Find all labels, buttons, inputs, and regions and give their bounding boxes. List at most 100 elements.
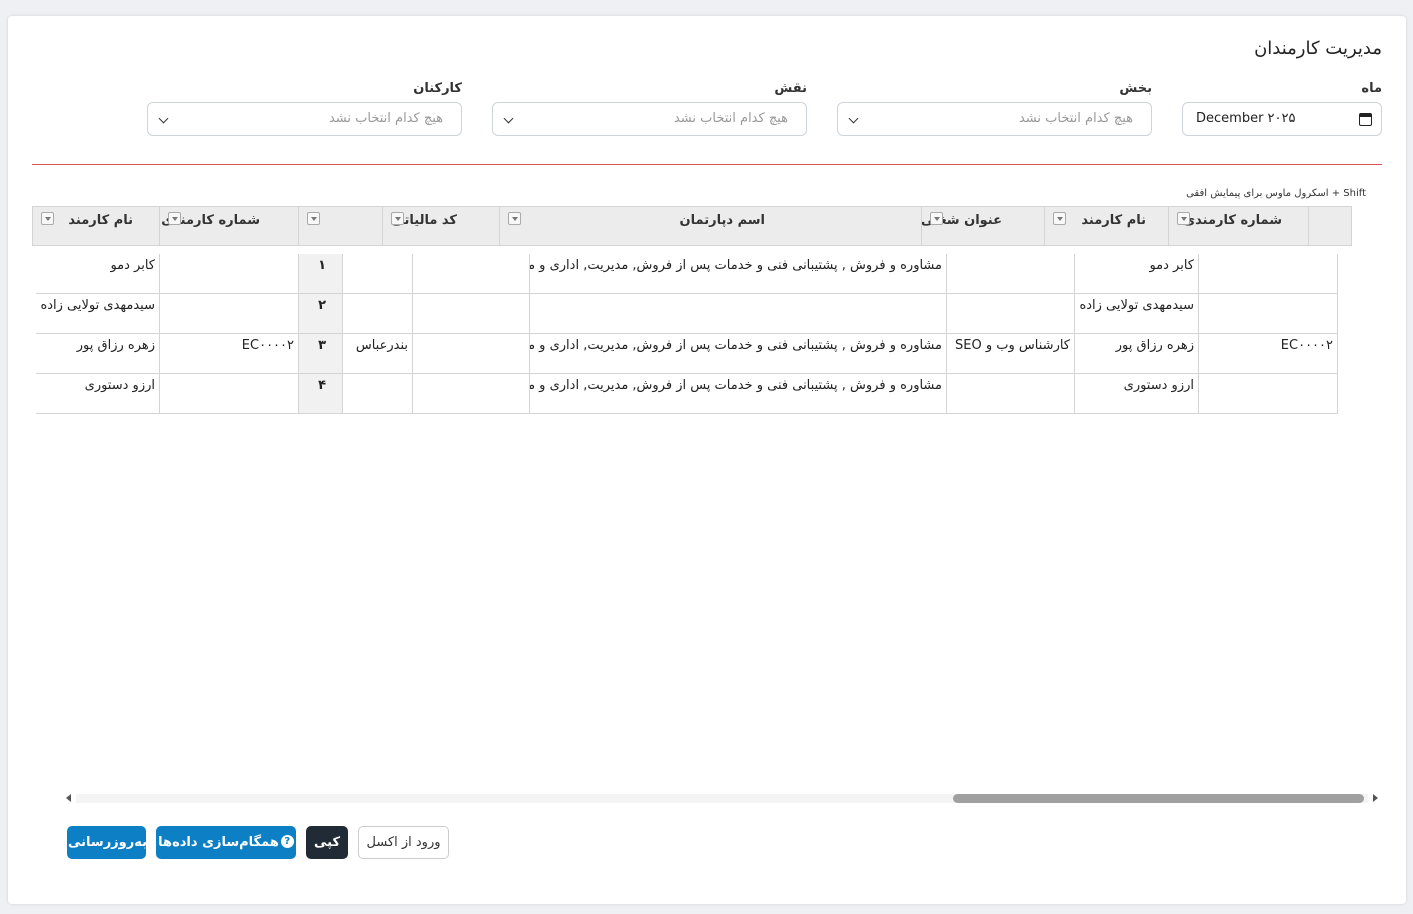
cell-employee-number-frozen[interactable] — [159, 374, 299, 414]
table-row[interactable]: EC۰۰۰۰۲ زهره رزاق پور کارشناس وب و SEO مشاو… — [32, 334, 1352, 374]
column-filter-icon[interactable] — [930, 212, 943, 225]
month-input[interactable]: December ۲۰۲۵ — [1182, 102, 1382, 136]
cell-job-title[interactable] — [946, 374, 1075, 414]
cell-employee-name-frozen[interactable]: سیدمهدی تولایی زاده — [36, 294, 160, 334]
column-filter-icon[interactable] — [508, 212, 521, 225]
month-label: ماه — [1361, 81, 1382, 96]
refresh-button[interactable]: به‌روزرسانی — [67, 826, 147, 859]
department-label: بخش — [1119, 81, 1152, 96]
cell-department[interactable] — [529, 294, 947, 334]
cell-employee-number[interactable] — [1198, 374, 1338, 414]
header-label: نام کارمند — [68, 213, 133, 228]
department-select[interactable]: هیچ کدام انتخاب نشد — [837, 102, 1152, 136]
horizontal-scrollbar[interactable] — [64, 790, 1380, 806]
cell-tax-code[interactable] — [412, 254, 530, 294]
calendar-icon[interactable] — [1359, 113, 1372, 126]
cell-text: سیدمهدی تولایی زاده — [1079, 298, 1194, 313]
cell-job-title[interactable] — [946, 254, 1075, 294]
header-label: شماره کارمندی — [1183, 213, 1282, 228]
department-placeholder: هیچ کدام انتخاب نشد — [1018, 111, 1133, 126]
table-row[interactable]: ارزو دستوری مشاوره و فروش , پشتیبانی فنی … — [32, 374, 1352, 414]
role-select[interactable]: هیچ کدام انتخاب نشد — [492, 102, 807, 136]
scroll-hint: Shift + اسکرول ماوس برای پیمایش افقی — [1186, 188, 1366, 199]
cell-text: مشاوره و فروش , پشتیبانی فنی و خدمات پس … — [529, 378, 942, 393]
scroll-thumb[interactable] — [953, 794, 1364, 803]
cell-text: کابر دمو — [110, 258, 155, 273]
cell-text: ۱ — [318, 258, 326, 273]
table-row[interactable]: سیدمهدی تولایی زاده ۲ سیدمهدی تولایی زاده — [32, 294, 1352, 334]
cell-job-title[interactable]: کارشناس وب و SEO — [946, 334, 1075, 374]
section-divider — [32, 164, 1382, 165]
cell-index[interactable]: ۳ — [298, 334, 343, 374]
header-employee-name[interactable]: نام کارمند — [1044, 206, 1169, 246]
chevron-down-icon — [158, 113, 169, 124]
cell-index[interactable]: ۲ — [298, 294, 343, 334]
cell-text: ارزو دستوری — [1123, 378, 1194, 393]
cell-job-title[interactable] — [946, 294, 1075, 334]
role-placeholder: هیچ کدام انتخاب نشد — [673, 111, 788, 126]
month-filter: ماه December ۲۰۲۵ — [1182, 80, 1382, 136]
cell-employee-name-frozen[interactable]: ارزو دستوری — [36, 374, 160, 414]
cell-employee-number[interactable] — [1198, 294, 1338, 334]
cell-employee-number[interactable]: EC۰۰۰۰۲ — [1198, 334, 1338, 374]
grid-header-row: شماره کارمندی نام کارمند عنوان شغلی اسم … — [32, 206, 1352, 246]
cell-city[interactable] — [342, 294, 413, 334]
cell-text: مشاوره و فروش , پشتیبانی فنی و خدمات پس … — [529, 338, 942, 353]
cell-city[interactable] — [342, 254, 413, 294]
cell-employee-name-frozen[interactable]: کابر دمو — [36, 254, 160, 294]
cell-department[interactable]: مشاوره و فروش , پشتیبانی فنی و خدمات پس … — [529, 254, 947, 294]
cell-text: کابر دمو — [1149, 258, 1194, 273]
staff-filter: کارکنان هیچ کدام انتخاب نشد — [147, 80, 462, 136]
cell-employee-name-frozen[interactable]: زهره رزاق پور — [36, 334, 160, 374]
column-filter-icon[interactable] — [1177, 212, 1190, 225]
column-filter-icon[interactable] — [391, 212, 404, 225]
cell-tax-code[interactable] — [412, 334, 530, 374]
scroll-left-icon[interactable] — [66, 794, 71, 802]
cell-employee-name[interactable]: کابر دمو — [1074, 254, 1199, 294]
cell-text: EC۰۰۰۰۲ — [1280, 338, 1333, 353]
cell-employee-name[interactable]: زهره رزاق پور — [1074, 334, 1199, 374]
cell-text: ۴ — [318, 378, 326, 393]
column-filter-icon[interactable] — [168, 212, 181, 225]
header-employee-number[interactable]: شماره کارمندی — [1168, 206, 1309, 246]
cell-city[interactable] — [342, 374, 413, 414]
import-excel-button[interactable]: ورود از اکسل — [358, 826, 449, 859]
sync-data-button[interactable]: همگام‌سازی داده‌ها? — [156, 826, 296, 859]
table-row[interactable]: کابر دمو مشاوره و فروش , پشتیبانی فنی و خ… — [32, 254, 1352, 294]
cell-text: زهره رزاق پور — [76, 338, 155, 353]
cell-index[interactable]: ۱ — [298, 254, 343, 294]
cell-employee-number[interactable] — [1198, 254, 1338, 294]
page-title: مدیریت کارمندان — [1254, 38, 1382, 59]
cell-department[interactable]: مشاوره و فروش , پشتیبانی فنی و خدمات پس … — [529, 374, 947, 414]
cell-text: EC۰۰۰۰۲ — [241, 338, 294, 353]
header-department[interactable]: اسم دپارتمان — [499, 206, 922, 246]
header-employee-name-frozen[interactable]: نام کارمند — [32, 206, 160, 246]
cell-text: مشاوره و فروش , پشتیبانی فنی و خدمات پس … — [529, 258, 942, 273]
employee-grid[interactable]: شماره کارمندی نام کارمند عنوان شغلی اسم … — [32, 206, 1352, 414]
cell-text: زهره رزاق پور — [1115, 338, 1194, 353]
cell-tax-code[interactable] — [412, 374, 530, 414]
cell-employee-name[interactable]: سیدمهدی تولایی زاده — [1074, 294, 1199, 334]
staff-select[interactable]: هیچ کدام انتخاب نشد — [147, 102, 462, 136]
cell-employee-name[interactable]: ارزو دستوری — [1074, 374, 1199, 414]
cell-department[interactable]: مشاوره و فروش , پشتیبانی فنی و خدمات پس … — [529, 334, 947, 374]
copy-button[interactable]: کپی — [306, 826, 348, 859]
cell-employee-number-frozen[interactable] — [159, 294, 299, 334]
header-label: اسم دپارتمان — [679, 213, 765, 228]
cell-employee-number-frozen[interactable] — [159, 254, 299, 294]
header-tax-code[interactable]: کد مالیاتی — [382, 206, 500, 246]
column-filter-icon[interactable] — [307, 212, 320, 225]
cell-text: ارزو دستوری — [84, 378, 155, 393]
cell-index[interactable]: ۴ — [298, 374, 343, 414]
header-job-title[interactable]: عنوان شغلی — [921, 206, 1045, 246]
header-employee-number-frozen[interactable]: شماره کارمندی — [159, 206, 299, 246]
cell-employee-number-frozen[interactable]: EC۰۰۰۰۲ — [159, 334, 299, 374]
header-index[interactable] — [298, 206, 383, 246]
department-filter: بخش هیچ کدام انتخاب نشد — [837, 80, 1152, 136]
scroll-right-icon[interactable] — [1373, 794, 1378, 802]
column-filter-icon[interactable] — [41, 212, 54, 225]
column-filter-icon[interactable] — [1053, 212, 1066, 225]
role-label: نقش — [774, 81, 807, 96]
cell-city[interactable]: بندرعباس — [342, 334, 413, 374]
cell-tax-code[interactable] — [412, 294, 530, 334]
